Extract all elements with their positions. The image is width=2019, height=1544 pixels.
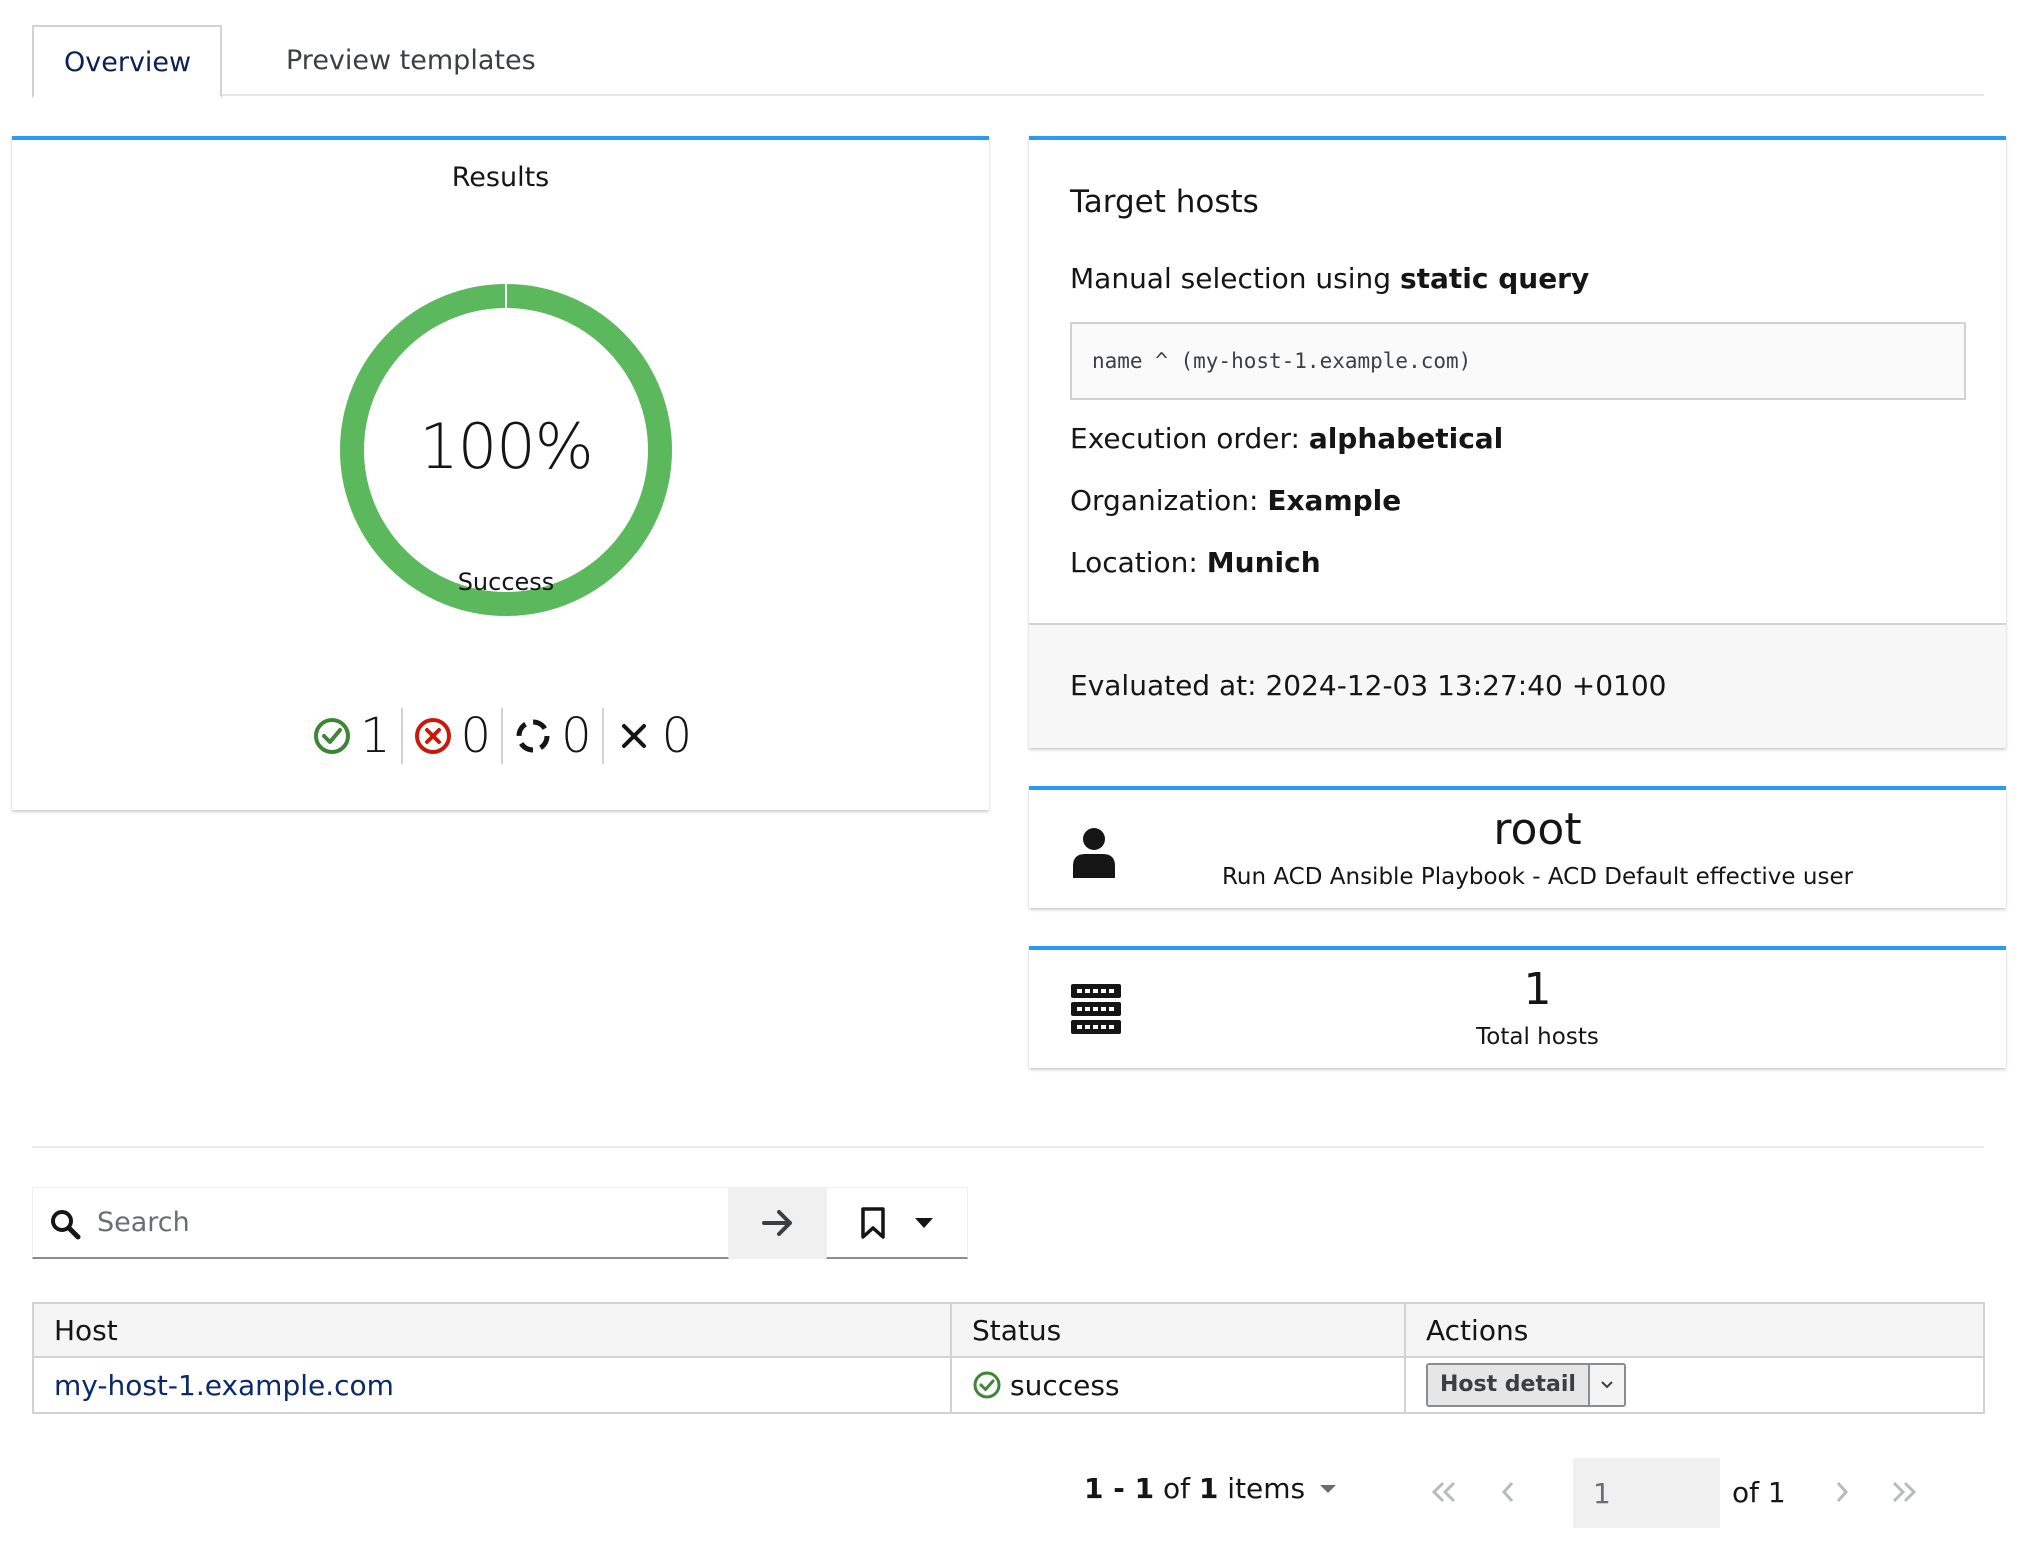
caret-down-icon	[1320, 1484, 1337, 1493]
tab-bar: Overview Preview templates	[32, 25, 1984, 98]
legend-cancelled-count: 0	[661, 708, 693, 764]
effective-user-value: root	[1493, 804, 1582, 855]
search-input[interactable]	[97, 1188, 717, 1256]
times-icon	[621, 724, 646, 748]
tab-overview[interactable]: Overview	[32, 25, 222, 98]
previous-page-button[interactable]	[1478, 1462, 1538, 1522]
angle-double-right-icon	[1892, 1481, 1917, 1503]
status-cell: success	[950, 1357, 1406, 1414]
bookmarks-button[interactable]	[826, 1187, 968, 1259]
execution-order: Execution order: alphabetical	[1070, 422, 1503, 455]
results-card: Results 100% Success 1 0 0 0	[12, 136, 989, 810]
pagination-of-pages: of 1	[1732, 1476, 1786, 1509]
spinner-icon	[516, 719, 550, 753]
target-hosts-footer: Evaluated at: 2024-12-03 13:27:40 +0100	[1029, 623, 2006, 748]
host-actions-dropdown-toggle[interactable]	[1587, 1365, 1624, 1405]
donut-percent: 100%	[419, 410, 593, 483]
execution-order-label: Execution order:	[1070, 422, 1300, 455]
search-icon	[51, 1210, 81, 1240]
pagination-items: items	[1227, 1472, 1306, 1505]
table-row: my-host-1.example.com success Host detai…	[32, 1357, 1985, 1414]
results-title: Results	[451, 162, 550, 193]
selection-method-value: static query	[1399, 262, 1590, 295]
selection-method-label: Manual selection using	[1070, 262, 1392, 295]
location-value: Munich	[1206, 546, 1321, 579]
effective-user-card: root Run ACD Ansible Playbook - ACD Defa…	[1029, 786, 2006, 908]
last-page-button[interactable]	[1874, 1462, 1934, 1522]
legend-pending[interactable]: 0	[503, 708, 604, 764]
target-hosts-card: Target hosts Manual selection using stat…	[1029, 136, 2006, 748]
organization: Organization: Example	[1070, 484, 1401, 517]
angle-double-left-icon	[1431, 1481, 1456, 1503]
bookmark-icon	[861, 1206, 885, 1239]
execution-order-value: alphabetical	[1308, 422, 1504, 455]
pagination-per-page-toggle[interactable]: 1 - 1 of 1 items	[1084, 1472, 1337, 1505]
search-query-box: name ^ (my-host-1.example.com)	[1070, 322, 1966, 400]
evaluated-at: Evaluated at: 2024-12-03 13:27:40 +0100	[1070, 669, 1667, 702]
legend-cancelled[interactable]: 0	[604, 708, 703, 764]
legend-success-count: 1	[360, 708, 391, 764]
location: Location: Munich	[1070, 546, 1321, 579]
pagination-total: 1	[1198, 1472, 1219, 1505]
legend-failed[interactable]: 0	[403, 708, 504, 764]
selection-method: Manual selection using static query	[1070, 262, 1589, 295]
actions-cell: Host detail	[1404, 1357, 1985, 1414]
check-circle-icon	[973, 1371, 1001, 1399]
chevron-down-icon	[1601, 1381, 1613, 1389]
total-hosts-subtitle: Total hosts	[1476, 1024, 1599, 1050]
status-text: success	[1010, 1368, 1120, 1402]
angle-left-icon	[1501, 1482, 1514, 1502]
host-link[interactable]: my-host-1.example.com	[54, 1369, 394, 1402]
column-header-actions: Actions	[1404, 1302, 1985, 1358]
legend-pending-count: 0	[561, 708, 592, 764]
search-box	[32, 1187, 729, 1259]
total-hosts-card: 1 Total hosts	[1029, 946, 2006, 1068]
donut-label: Success	[457, 568, 555, 596]
next-page-button[interactable]	[1812, 1462, 1872, 1522]
check-circle-icon	[314, 718, 350, 754]
current-page-input[interactable]	[1573, 1458, 1720, 1528]
host-action-group: Host detail	[1426, 1363, 1626, 1407]
effective-user-subtitle: Run ACD Ansible Playbook - ACD Default e…	[1221, 864, 1854, 890]
search-submit-button[interactable]	[729, 1187, 826, 1259]
legend-failed-count: 0	[460, 708, 492, 764]
total-hosts-value: 1	[1523, 964, 1552, 1015]
location-label: Location:	[1070, 546, 1198, 579]
error-circle-icon	[414, 718, 451, 754]
results-donut-chart: 100% Success	[286, 230, 726, 670]
pagination-of: of	[1163, 1472, 1190, 1505]
column-header-host[interactable]: Host	[32, 1302, 952, 1358]
host-detail-button[interactable]: Host detail	[1428, 1365, 1588, 1405]
host-cell: my-host-1.example.com	[32, 1357, 952, 1414]
table-header-row: Host Status Actions	[32, 1302, 1985, 1358]
legend-success[interactable]: 1	[302, 708, 403, 764]
organization-label: Organization:	[1070, 484, 1259, 517]
results-legend: 1 0 0 0	[302, 706, 702, 766]
first-page-button[interactable]	[1414, 1462, 1474, 1522]
tab-preview-templates[interactable]: Preview templates	[254, 25, 568, 96]
section-divider	[32, 1146, 1984, 1148]
hosts-table: Host Status Actions my-host-1.example.co…	[32, 1302, 1985, 1414]
organization-value: Example	[1267, 484, 1402, 517]
pagination-range: 1 - 1	[1084, 1472, 1155, 1505]
column-header-status[interactable]: Status	[950, 1302, 1406, 1358]
target-hosts-title: Target hosts	[1070, 184, 1259, 220]
arrow-right-icon	[761, 1210, 792, 1236]
caret-down-icon	[915, 1217, 933, 1228]
angle-right-icon	[1836, 1482, 1849, 1502]
